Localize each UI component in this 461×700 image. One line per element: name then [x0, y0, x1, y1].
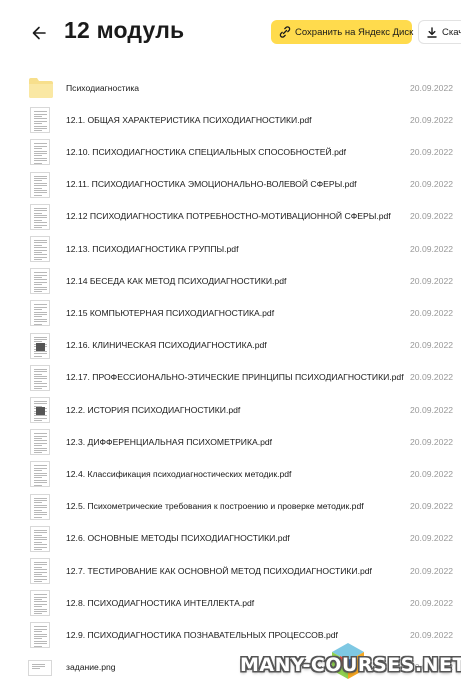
file-name: 12.12 ПСИХОДИАГНОСТИКА ПОТРЕБНОСТНО-МОТИ… — [66, 211, 391, 222]
file-date: 20.09.2022 — [410, 211, 454, 222]
arrow-left-icon — [32, 26, 46, 40]
pdf-thumbnail-icon — [30, 139, 50, 166]
pdf-thumbnail-icon — [30, 590, 50, 617]
file-date: 20.09.2022 — [410, 179, 454, 190]
folder-row[interactable]: Психодиагностика 20.09.2022 — [0, 72, 461, 104]
pdf-thumbnail-icon — [30, 525, 50, 552]
page-title: 12 модуль — [64, 17, 185, 43]
pdf-thumbnail-icon — [30, 461, 50, 488]
file-date: 20.09.2022 — [410, 501, 454, 512]
file-row[interactable]: 12.13. ПСИХОДИАГНОСТИКА ГРУППЫ.pdf 20.09.… — [0, 233, 461, 265]
pdf-thumbnail-icon — [30, 622, 50, 649]
file-date: 20.09.2022 — [410, 82, 454, 93]
file-row[interactable]: задание.png 20.09.2022 — [0, 652, 461, 684]
file-row[interactable]: 12.2. ИСТОРИЯ ПСИХОДИАГНОСТИКИ.pdf 20.09.… — [0, 394, 461, 426]
page-header: 12 модуль Сохранить на Яндекс Диск Скача… — [0, 0, 461, 64]
file-row[interactable]: 12.8. ПСИХОДИАГНОСТИКА ИНТЕЛЛЕКТА.pdf 20.… — [0, 587, 461, 619]
pdf-thumbnail-icon — [30, 107, 50, 134]
file-name: 12.17. ПРОФЕССИОНАЛЬНО-ЭТИЧЕСКИЕ ПРИНЦИП… — [66, 372, 404, 383]
file-date: 20.09.2022 — [410, 307, 454, 318]
download-button[interactable]: Скачать — [418, 20, 461, 44]
file-date: 20.09.2022 — [410, 629, 454, 640]
pdf-thumbnail-icon — [30, 364, 50, 391]
file-row[interactable]: 12.11. ПСИХОДИАГНОСТИКА ЭМОЦИОНАЛЬНО-ВОЛ… — [0, 169, 461, 201]
file-name: 12.9. ПСИХОДИАГНОСТИКА ПОЗНАВАТЕЛЬНЫХ ПР… — [66, 629, 338, 640]
file-date: 20.09.2022 — [410, 468, 454, 479]
file-name: 12.13. ПСИХОДИАГНОСТИКА ГРУППЫ.pdf — [66, 243, 239, 254]
file-row[interactable]: 12.16. КЛИНИЧЕСКАЯ ПСИХОДИАГНОСТИКА.pdf 2… — [0, 330, 461, 362]
file-date: 20.09.2022 — [410, 340, 454, 351]
file-name: 12.15 КОМПЬЮТЕРНАЯ ПСИХОДИАГНОСТИКА.pdf — [66, 307, 275, 318]
save-to-disk-button[interactable]: Сохранить на Яндекс Диск — [271, 20, 414, 44]
file-name: 12.5. Психометрические требования к пост… — [66, 501, 364, 512]
file-row[interactable]: 12.6. ОСНОВНЫЕ МЕТОДЫ ПСИХОДИАГНОСТИКИ.p… — [0, 523, 461, 555]
file-row[interactable]: 12.15 КОМПЬЮТЕРНАЯ ПСИХОДИАГНОСТИКА.pdf 2… — [0, 297, 461, 329]
download-icon — [427, 26, 437, 38]
file-date: 20.09.2022 — [410, 436, 454, 447]
file-row[interactable]: 12.3. ДИФФЕРЕНЦИАЛЬНАЯ ПСИХОМЕТРИКА.pdf 2… — [0, 426, 461, 458]
file-row[interactable]: 12.12 ПСИХОДИАГНОСТИКА ПОТРЕБНОСТНО-МОТИ… — [0, 201, 461, 233]
file-name: задание.png — [66, 662, 116, 673]
file-name: 12.7. ТЕСТИРОВАНИЕ КАК ОСНОВНОЙ МЕТОД ПС… — [66, 565, 372, 576]
pdf-thumbnail-icon — [30, 171, 50, 198]
file-row[interactable]: 12.1. ОБЩАЯ ХАРАКТЕРИСТИКА ПСИХОДИАГНОСТ… — [0, 104, 461, 136]
file-name: 12.16. КЛИНИЧЕСКАЯ ПСИХОДИАГНОСТИКА.pdf — [66, 340, 267, 351]
file-name: 12.6. ОСНОВНЫЕ МЕТОДЫ ПСИХОДИАГНОСТИКИ.p… — [66, 533, 290, 544]
file-date: 20.09.2022 — [410, 372, 454, 383]
file-name: 12.11. ПСИХОДИАГНОСТИКА ЭМОЦИОНАЛЬНО-ВОЛ… — [66, 179, 357, 190]
file-date: 20.09.2022 — [410, 565, 454, 576]
pdf-thumbnail-icon — [30, 203, 50, 230]
file-name: Психодиагностика — [66, 82, 140, 93]
file-name: 12.2. ИСТОРИЯ ПСИХОДИАГНОСТИКИ.pdf — [66, 404, 241, 415]
file-date: 20.09.2022 — [410, 662, 454, 673]
file-name: 12.4. Классификация психодиагностических… — [66, 468, 292, 479]
file-date: 20.09.2022 — [410, 146, 454, 157]
pdf-thumbnail-icon — [30, 397, 50, 424]
pdf-thumbnail-icon — [30, 300, 50, 327]
file-row[interactable]: 12.14 БЕСЕДА КАК МЕТОД ПСИХОДИАГНОСТИКИ.… — [0, 265, 461, 297]
save-button-label: Сохранить на Яндекс Диск — [295, 26, 414, 38]
file-name: 12.10. ПСИХОДИАГНОСТИКА СПЕЦИАЛЬНЫХ СПОС… — [66, 146, 347, 157]
file-row[interactable]: 12.10. ПСИХОДИАГНОСТИКА СПЕЦИАЛЬНЫХ СПОС… — [0, 136, 461, 168]
file-date: 20.09.2022 — [410, 533, 454, 544]
file-name: 12.14 БЕСЕДА КАК МЕТОД ПСИХОДИАГНОСТИКИ.… — [66, 275, 287, 286]
folder-icon — [29, 78, 53, 99]
pdf-thumbnail-icon — [30, 493, 50, 520]
pdf-thumbnail-icon — [30, 236, 50, 263]
file-date: 20.09.2022 — [410, 275, 454, 286]
file-date: 20.09.2022 — [410, 597, 454, 608]
file-date: 20.09.2022 — [410, 114, 454, 125]
file-row[interactable]: 12.7. ТЕСТИРОВАНИЕ КАК ОСНОВНОЙ МЕТОД ПС… — [0, 555, 461, 587]
file-row[interactable]: 12.4. Классификация психодиагностических… — [0, 458, 461, 490]
file-date: 20.09.2022 — [410, 243, 454, 254]
disk-link-icon — [279, 26, 291, 38]
file-row[interactable]: 12.17. ПРОФЕССИОНАЛЬНО-ЭТИЧЕСКИЕ ПРИНЦИП… — [0, 362, 461, 394]
file-name: 12.8. ПСИХОДИАГНОСТИКА ИНТЕЛЛЕКТА.pdf — [66, 597, 255, 608]
file-row[interactable]: 12.9. ПСИХОДИАГНОСТИКА ПОЗНАВАТЕЛЬНЫХ ПР… — [0, 619, 461, 651]
pdf-thumbnail-icon — [30, 558, 50, 585]
pdf-thumbnail-icon — [30, 332, 50, 359]
download-button-label: Скачать — [442, 26, 461, 38]
pdf-thumbnail-icon — [30, 429, 50, 456]
pdf-thumbnail-icon — [30, 268, 50, 295]
image-thumbnail-icon — [28, 659, 52, 676]
file-name: 12.3. ДИФФЕРЕНЦИАЛЬНАЯ ПСИХОМЕТРИКА.pdf — [66, 436, 273, 447]
file-name: 12.1. ОБЩАЯ ХАРАКТЕРИСТИКА ПСИХОДИАГНОСТ… — [66, 114, 312, 125]
file-row[interactable]: 12.5. Психометрические требования к пост… — [0, 491, 461, 523]
file-date: 20.09.2022 — [410, 404, 454, 415]
back-button[interactable] — [28, 22, 50, 44]
